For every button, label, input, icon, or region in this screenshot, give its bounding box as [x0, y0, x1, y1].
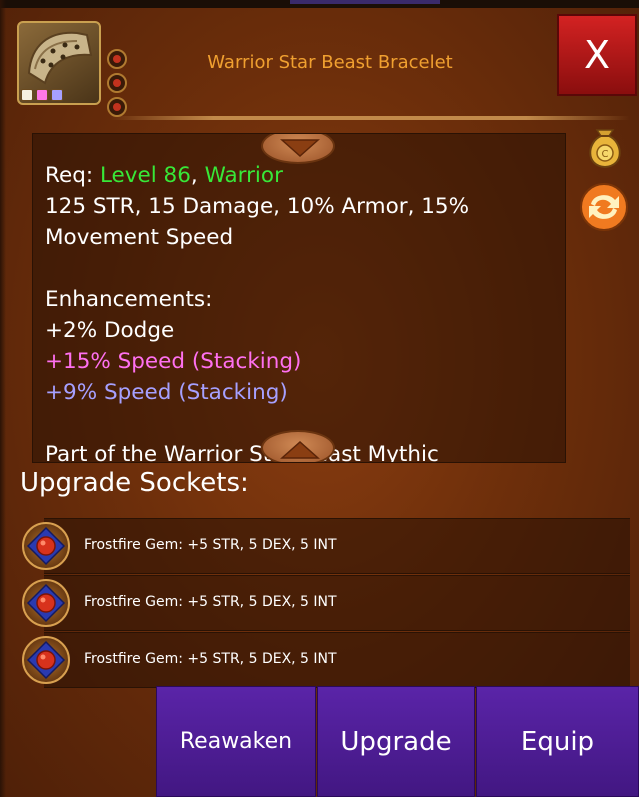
req-level: Level 86 — [99, 163, 191, 188]
side-socket-gem-icon — [107, 97, 127, 117]
svg-text:C: C — [602, 149, 609, 160]
enhancements-title: Enhancements: — [45, 287, 213, 312]
item-description-text: Req: Level 86, Warrior 125 STR, 15 Damag… — [45, 160, 545, 462]
enhancement-speed-lavender: +9% Speed (Stacking) — [45, 380, 288, 405]
socket-label: Frostfire Gem: +5 STR, 5 DEX, 5 INT — [84, 537, 337, 553]
frostfire-gem-icon[interactable] — [22, 636, 70, 684]
swap-button[interactable] — [579, 182, 629, 236]
stats-line-1: 125 STR, 15 Damage, 10% Armor, 15% — [45, 194, 470, 219]
socket-label: Frostfire Gem: +5 STR, 5 DEX, 5 INT — [84, 651, 337, 667]
socket-row[interactable]: Frostfire Gem: +5 STR, 5 DEX, 5 INT — [44, 518, 630, 574]
side-socket-gem-icon — [107, 49, 127, 69]
frostfire-gem-icon[interactable] — [22, 579, 70, 627]
enhancement-speed-pink: +15% Speed (Stacking) — [45, 349, 302, 374]
left-edge — [0, 0, 6, 797]
reawaken-button[interactable]: Reawaken — [156, 686, 316, 797]
item-title: Warrior Star Beast Bracelet — [207, 52, 453, 73]
socket-label: Frostfire Gem: +5 STR, 5 DEX, 5 INT — [84, 594, 337, 610]
side-socket-gem-icon — [107, 73, 127, 93]
frostfire-gem-icon[interactable] — [22, 522, 70, 570]
socket-row[interactable]: Frostfire Gem: +5 STR, 5 DEX, 5 INT — [44, 575, 630, 631]
req-class: Warrior — [204, 163, 283, 188]
coin-bag-icon: C — [589, 129, 621, 169]
req-label: Req: — [45, 163, 94, 188]
gem-dot-pink — [36, 89, 48, 101]
upgrade-sockets-title: Upgrade Sockets: — [20, 468, 249, 498]
requirement-line: Req: Level 86, Warrior — [45, 160, 545, 191]
bracelet-icon — [27, 31, 93, 85]
arrow-up-icon — [280, 440, 320, 459]
item-side-sockets — [107, 49, 127, 121]
item-description-box[interactable]: Req: Level 86, Warrior 125 STR, 15 Damag… — [32, 133, 566, 463]
upgrade-button[interactable]: Upgrade — [317, 686, 475, 797]
arrow-down-icon — [280, 139, 320, 158]
gem-dot-white — [21, 89, 33, 101]
item-bracelet-icon — [17, 21, 127, 117]
socket-row[interactable]: Frostfire Gem: +5 STR, 5 DEX, 5 INT — [44, 632, 630, 688]
gem-dot-lavender — [51, 89, 63, 101]
header-divider — [110, 116, 630, 120]
swap-arrows-icon — [580, 183, 628, 231]
enhancement-dodge: +2% Dodge — [45, 318, 175, 343]
item-gem-dots — [21, 89, 63, 101]
item-detail-panel: Warrior Star Beast Bracelet X Req: Level… — [0, 0, 639, 797]
stats-line-2: Movement Speed — [45, 225, 234, 250]
equip-button[interactable]: Equip — [476, 686, 639, 797]
top-strip — [290, 0, 440, 4]
scroll-down-button[interactable] — [261, 430, 335, 462]
close-button[interactable]: X — [557, 14, 637, 96]
req-separator: , — [190, 163, 198, 188]
sell-button[interactable]: C — [583, 120, 627, 174]
